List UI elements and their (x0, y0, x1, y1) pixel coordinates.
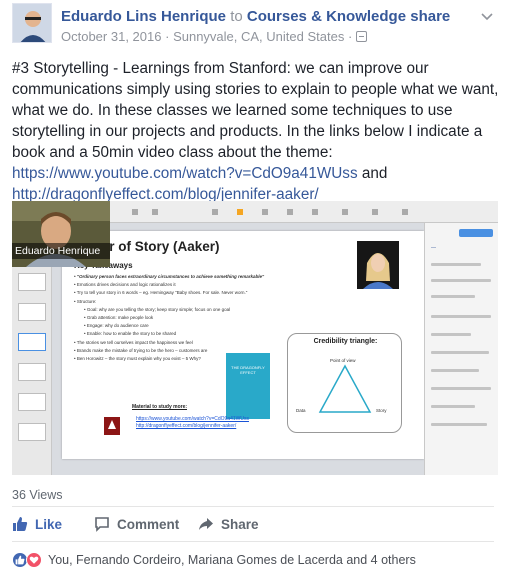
group-name-link[interactable]: Courses & Knowledge share (247, 8, 450, 25)
slide-link-youtube: https://www.youtube.com/watch?v=CdO9a41W… (136, 416, 249, 422)
post-text-and: and (357, 165, 388, 182)
panel-row (431, 315, 491, 318)
panel-row (431, 263, 481, 266)
slide-bullet: "Ordinary person faces extraordinary cir… (74, 273, 312, 281)
post-meta: October 31, 2016 · Sunnyvale, CA, United… (61, 29, 367, 44)
book-title: THE DRAGONFLY EFFECT (231, 365, 265, 375)
video-player[interactable]: Power of Story (Aaker) Key Takeaways "Or… (12, 201, 498, 475)
audience-icon[interactable] (355, 31, 367, 42)
post-actions: Like Comment Share (12, 507, 494, 541)
slide-bullet: Brands make the mistake of trying to be … (74, 347, 312, 355)
panel-row (431, 279, 491, 282)
header-connector: to (230, 8, 243, 25)
slide-thumb (18, 303, 46, 321)
like-button[interactable]: Like (12, 507, 62, 541)
credibility-triangle: Credibility triangle: Point of view Data… (287, 333, 402, 433)
panel-row (431, 369, 479, 372)
slide-bullet: The stories we tell ourselves impact the… (74, 339, 312, 347)
slide-thumb (18, 273, 46, 291)
triangle-shape (318, 364, 372, 413)
slide-bullet: Emotions drives decisions and logic rati… (74, 281, 312, 289)
slide-thumb (18, 333, 46, 351)
author-name-link[interactable]: Eduardo Lins Henrique (61, 8, 226, 25)
slide-link-dragonfly: http://dragonflyeffect.com/blog/jennifer… (136, 423, 237, 429)
speaker-portrait (357, 241, 399, 289)
post-header: Eduardo Lins Henrique to Courses & Knowl… (61, 8, 450, 25)
slide-material-title: Material to study more: (132, 404, 188, 410)
slide-bullet: Enable: how to enable the story to be sh… (74, 330, 312, 338)
panel-row (431, 295, 475, 298)
love-reaction-icon (26, 552, 42, 568)
comment-icon (95, 517, 109, 532)
panel-row (431, 333, 471, 336)
meta-separator: · (165, 29, 170, 44)
webcam-name-label: Eduardo Henrique (12, 243, 110, 259)
slide-thumb (18, 363, 46, 381)
reactions-summary[interactable]: You, Fernando Cordeiro, Mariana Gomes de… (12, 550, 416, 570)
credibility-right-label: Story (376, 408, 387, 413)
slide-bullet: Ben Horowitz – the story must explain wh… (74, 355, 312, 363)
panel-row (431, 351, 489, 354)
divider (12, 541, 494, 542)
panel-row (431, 423, 487, 426)
thumbs-up-icon (13, 517, 28, 531)
reactions-text: You, Fernando Cordeiro, Mariana Gomes de… (48, 553, 416, 567)
share-icon (199, 518, 213, 530)
stanford-logo (104, 417, 120, 435)
slide-bullet: Structure: (74, 298, 312, 306)
panel-row (431, 387, 491, 390)
panel-segment-control (459, 229, 493, 237)
dragonfly-book-cover: THE DRAGONFLY EFFECT (226, 353, 270, 419)
author-avatar[interactable] (12, 3, 52, 43)
post-card: Eduardo Lins Henrique to Courses & Knowl… (0, 0, 506, 571)
slide-bullet: Grab attention: make people look (74, 314, 312, 322)
slide-bullet: Engage: why do audience care (74, 322, 312, 330)
post-text: #3 Storytelling - Learnings from Stanfor… (12, 58, 502, 205)
webcam-overlay: Eduardo Henrique (12, 201, 110, 267)
slide-thumb (18, 393, 46, 411)
slide-material-links: https://www.youtube.com/watch?v=CdO9a41W… (136, 416, 249, 430)
slide-bullets: "Ordinary person faces extraordinary cir… (74, 273, 312, 363)
view-count[interactable]: 36 Views (12, 488, 63, 502)
like-label: Like (35, 516, 63, 532)
post-text-body: #3 Storytelling - Learnings from Stanfor… (12, 60, 499, 161)
presentation-slide: Power of Story (Aaker) Key Takeaways "Or… (62, 231, 424, 459)
comment-button[interactable]: Comment (94, 507, 179, 541)
post-location[interactable]: Sunnyvale, CA, United States (173, 29, 344, 44)
post-date[interactable]: October 31, 2016 (61, 29, 161, 44)
slide-thumb (18, 423, 46, 441)
panel-row (431, 405, 475, 408)
slide-bullet: Try to tell your story in 6 words – eg. … (74, 289, 312, 297)
panel-link: — (431, 245, 436, 251)
chevron-down-icon[interactable] (480, 10, 494, 24)
share-label: Share (221, 516, 259, 532)
meta-separator-2: · (347, 29, 353, 44)
share-button[interactable]: Share (198, 507, 259, 541)
youtube-link[interactable]: https://www.youtube.com/watch?v=CdO9a41W… (12, 165, 358, 182)
slide-format-panel: — (424, 223, 498, 475)
comment-label: Comment (117, 516, 180, 532)
credibility-left-label: Data (296, 408, 306, 413)
slide-bullet: Goal: why are you telling the story; kee… (74, 306, 312, 314)
